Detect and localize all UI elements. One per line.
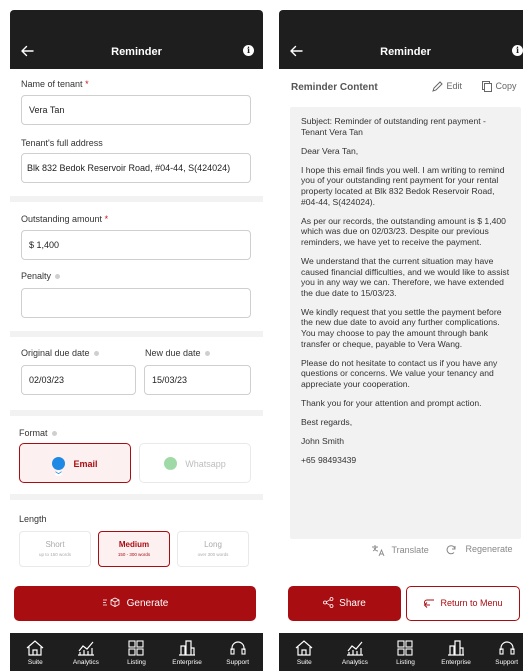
nav-item-listing[interactable]: Listing xyxy=(111,633,162,671)
house-icon xyxy=(26,640,44,656)
format-label: Format xyxy=(19,428,57,438)
email-paragraph: We kindly request that you settle the pa… xyxy=(301,306,502,349)
headset-icon xyxy=(230,641,246,655)
nav-item-enterprise[interactable]: Enterprise xyxy=(431,633,482,671)
return-to-menu-button[interactable]: Return to Menu xyxy=(406,586,520,621)
email-paragraph: Best regards, xyxy=(301,417,353,428)
email-paragraph: +65 98493439 xyxy=(301,455,357,466)
length-long-option[interactable]: Long over 300 words xyxy=(177,531,249,567)
email-paragraph: I hope this email finds you well. I am w… xyxy=(301,164,505,207)
outstanding-amount-label: Outstanding amount * xyxy=(21,214,109,224)
header-bar: Reminder i xyxy=(279,10,523,69)
header-bar: Reminder i xyxy=(10,10,263,69)
headset-icon xyxy=(499,641,515,655)
copy-icon xyxy=(482,81,492,92)
nav-item-support[interactable]: Support xyxy=(481,633,523,671)
whatsapp-icon xyxy=(164,457,178,478)
nav-item-listing[interactable]: Listing xyxy=(380,633,431,671)
section-divider xyxy=(10,494,263,500)
refresh-icon xyxy=(446,545,456,555)
email-paragraph: John Smith xyxy=(301,436,344,447)
email-paragraph: We understand that the current situation… xyxy=(301,255,510,298)
length-medium-option[interactable]: Medium 150 - 300 words xyxy=(98,531,170,567)
sparkle-cube-icon xyxy=(102,597,120,608)
section-divider xyxy=(10,331,263,337)
buildings-icon xyxy=(179,640,196,656)
nav-item-analytics[interactable]: Analytics xyxy=(61,633,112,671)
pencil-icon xyxy=(432,81,443,92)
analytics-icon xyxy=(77,641,94,656)
email-paragraph: As per our records, the outstanding amou… xyxy=(301,215,506,247)
new-due-date-label: New due date xyxy=(145,348,210,358)
reminder-form-screen: Reminder i Name of tenant * Vera Tan Ten… xyxy=(10,10,263,671)
grid-icon xyxy=(128,640,145,656)
page-title: Reminder xyxy=(111,46,162,58)
generate-button[interactable]: Generate xyxy=(14,586,256,621)
nav-item-enterprise[interactable]: Enterprise xyxy=(162,633,213,671)
nav-item-analytics[interactable]: Analytics xyxy=(330,633,381,671)
address-input[interactable]: Blk 832 Bedok Reservoir Road, #04-44, S(… xyxy=(21,153,251,183)
reminder-content-body[interactable]: Subject: Reminder of outstanding rent pa… xyxy=(290,107,521,539)
bottom-navigation: Suite Analytics Listing Enterprise Suppo… xyxy=(279,633,523,671)
tenant-name-input[interactable]: Vera Tan xyxy=(21,95,251,125)
nav-item-suite[interactable]: Suite xyxy=(279,633,330,671)
outstanding-amount-input[interactable]: $ 1,400 xyxy=(21,230,251,260)
email-paragraph: Dear Vera Tan, xyxy=(301,145,359,156)
info-icon[interactable]: i xyxy=(243,45,254,56)
section-divider xyxy=(10,196,263,202)
section-divider xyxy=(10,410,263,416)
email-paragraph: Thank you for your attention and prompt … xyxy=(301,397,482,408)
share-button[interactable]: Share xyxy=(288,586,401,621)
original-due-date-input[interactable]: 02/03/23 xyxy=(21,365,136,395)
new-due-date-input[interactable]: 15/03/23 xyxy=(144,365,251,395)
reminder-content-screen: Reminder i Reminder Content Edit Copy Su… xyxy=(279,10,523,671)
translate-icon xyxy=(372,545,385,557)
address-label: Tenant's full address xyxy=(21,138,103,148)
regenerate-button[interactable]: Regenerate xyxy=(445,544,513,556)
page-title: Reminder xyxy=(380,46,431,58)
nav-item-suite[interactable]: Suite xyxy=(10,633,61,671)
email-paragraph: Subject: Reminder of outstanding rent pa… xyxy=(301,116,486,137)
translate-button[interactable]: Translate xyxy=(371,544,429,557)
length-short-option[interactable]: Short up to 150 words xyxy=(19,531,91,567)
penalty-input[interactable] xyxy=(21,288,251,318)
info-dot-icon xyxy=(204,351,210,357)
return-arrow-icon xyxy=(424,599,435,608)
share-icon xyxy=(323,596,334,608)
grid-icon xyxy=(397,640,414,656)
email-icon xyxy=(52,457,66,476)
info-dot-icon xyxy=(51,431,57,437)
tenant-name-label: Name of tenant * xyxy=(21,79,89,89)
info-icon[interactable]: i xyxy=(512,45,523,56)
copy-button[interactable]: Copy xyxy=(481,80,517,93)
format-email-option[interactable]: Email xyxy=(19,443,131,483)
email-paragraph: Please do not hesitate to contact us if … xyxy=(301,357,498,389)
info-dot-icon xyxy=(93,351,99,357)
penalty-label: Penalty xyxy=(21,271,61,281)
length-label: Length xyxy=(19,514,47,524)
reminder-content-title: Reminder Content xyxy=(291,82,378,93)
original-due-date-label: Original due date xyxy=(21,348,99,358)
info-dot-icon xyxy=(55,274,61,280)
format-whatsapp-option[interactable]: Whatsapp xyxy=(139,443,251,483)
buildings-icon xyxy=(448,640,465,656)
house-icon xyxy=(295,640,313,656)
analytics-icon xyxy=(346,641,363,656)
edit-button[interactable]: Edit xyxy=(431,80,462,93)
nav-item-support[interactable]: Support xyxy=(212,633,263,671)
bottom-navigation: Suite Analytics Listing Enterprise Suppo… xyxy=(10,633,263,671)
